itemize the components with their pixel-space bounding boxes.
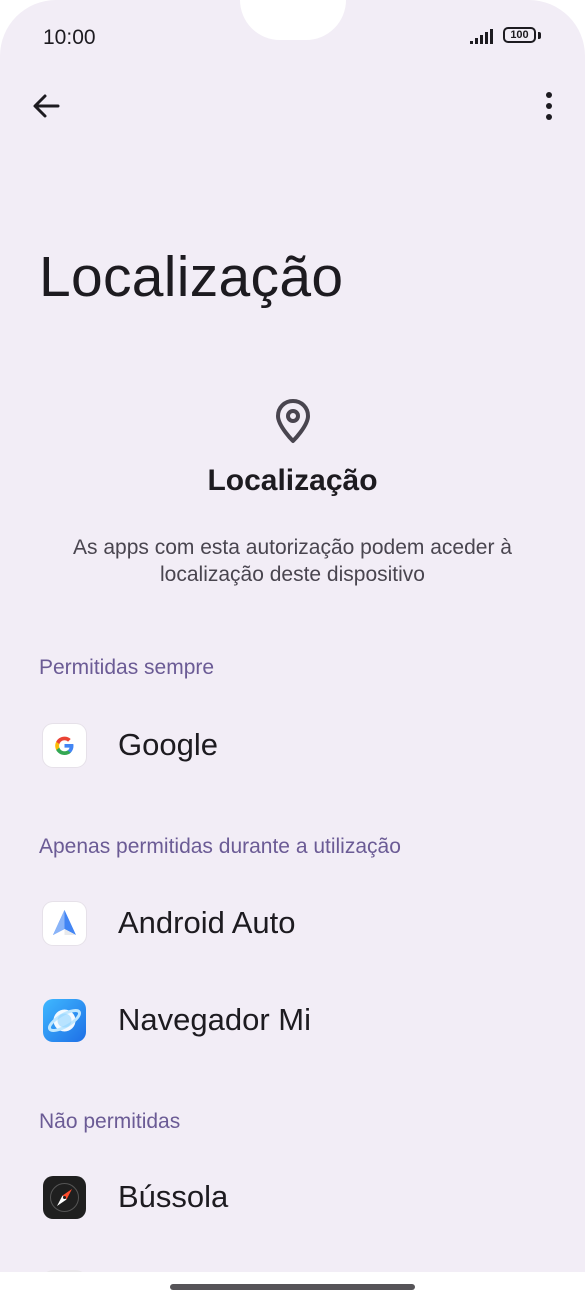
- android-auto-icon: [43, 902, 86, 945]
- app-name-android-auto: Android Auto: [118, 905, 296, 940]
- permission-description: As apps com esta autorização podem acede…: [73, 536, 512, 586]
- signal-icon: [470, 29, 493, 44]
- more-vert-icon: [546, 92, 552, 120]
- arrow-back-icon: [33, 94, 60, 118]
- screen: 10:00 100 Localização Localização As app…: [0, 0, 585, 1300]
- app-row-android-auto[interactable]: Android Auto: [0, 878, 585, 968]
- home-indicator[interactable]: [170, 1284, 415, 1290]
- more-options-button[interactable]: [530, 86, 570, 126]
- location-pin-icon: [276, 399, 310, 443]
- mi-browser-icon: [43, 999, 86, 1042]
- camera-notch: [240, 0, 346, 40]
- google-icon: [43, 724, 86, 767]
- compass-icon: [43, 1176, 86, 1219]
- app-name-mi-browser: Navegador Mi: [118, 1002, 311, 1037]
- back-button[interactable]: [26, 86, 66, 126]
- permission-title: Localização: [207, 464, 378, 497]
- page-title: Localização: [39, 245, 344, 309]
- section-label-while-in-use: Apenas permitidas durante a utilização: [39, 835, 401, 858]
- app-name-compass: Bússola: [118, 1179, 229, 1214]
- app-row-google[interactable]: Google: [0, 700, 585, 790]
- section-label-not-allowed: Não permitidas: [39, 1110, 181, 1133]
- status-time: 10:00: [43, 26, 96, 49]
- app-row-mi-browser[interactable]: Navegador Mi: [0, 975, 585, 1065]
- app-row-compass[interactable]: Bússola: [0, 1152, 585, 1242]
- section-label-always: Permitidas sempre: [39, 656, 215, 679]
- app-name-google: Google: [118, 727, 218, 762]
- battery-tip: [538, 32, 541, 39]
- battery-icon: 100: [503, 27, 536, 43]
